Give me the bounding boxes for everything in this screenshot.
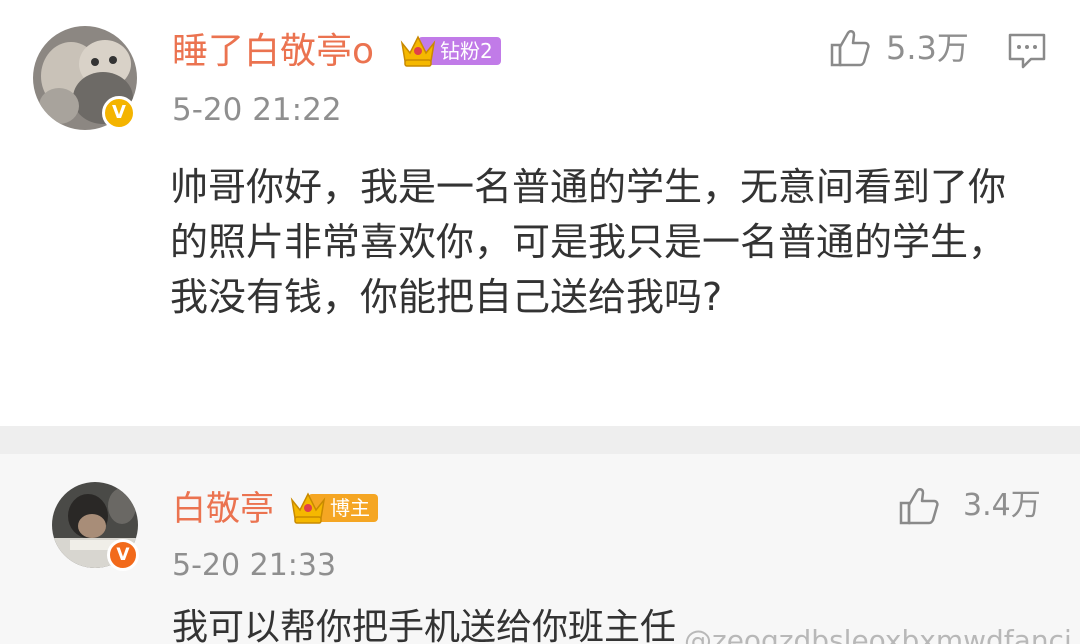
- verified-badge: V: [107, 539, 139, 571]
- comment-item: V 睡了白敬亭o 钻粉2 5-20 21:22 5.3万 帅哥你好，我是一名普通…: [0, 0, 1080, 426]
- like-count: 5.3万: [886, 29, 969, 67]
- thumbs-up-icon[interactable]: [898, 486, 940, 526]
- username[interactable]: 睡了白敬亭o: [172, 30, 374, 74]
- timestamp: 5-20 21:33: [172, 548, 337, 583]
- timestamp: 5-20 21:22: [172, 92, 342, 128]
- thumbs-up-icon[interactable]: [829, 28, 871, 68]
- comment-text: 帅哥你好，我是一名普通的学生，无意间看到了你的照片非常喜欢你，可是我只是一名普通…: [170, 165, 1007, 319]
- crown-icon: [290, 492, 326, 524]
- divider: [0, 426, 1080, 454]
- comment-item: V 白敬亭 博主 5-20 21:33 3.4万 我可以帮你把手机送给你班主任 …: [0, 454, 1080, 644]
- crown-icon: [400, 35, 436, 67]
- watermark: @zeogzdbsleoxbxmwdfanci: [684, 624, 1072, 644]
- verified-badge: V: [102, 96, 136, 130]
- username[interactable]: 白敬亭: [172, 488, 274, 530]
- reply-icon[interactable]: [1007, 32, 1047, 70]
- like-count: 3.4万: [963, 488, 1041, 523]
